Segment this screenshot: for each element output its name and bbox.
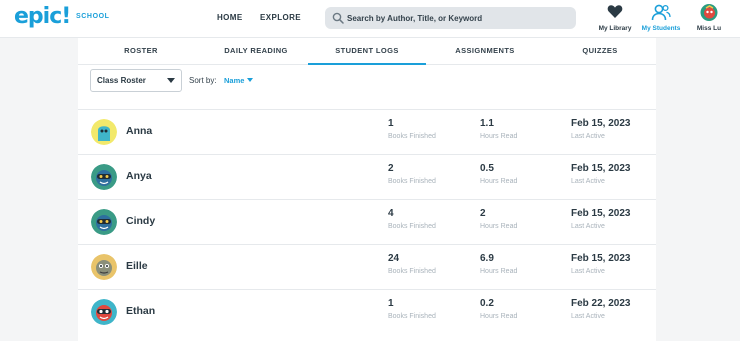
books-finished-value: 4	[388, 208, 394, 219]
tab-student-logs[interactable]: STUDENT LOGS	[308, 38, 426, 65]
student-logs-card: ROSTER DAILY READING STUDENT LOGS ASSIGN…	[78, 38, 656, 341]
tab-quizzes[interactable]: QUIZZES	[544, 38, 656, 65]
last-active-label: Last Active	[571, 313, 605, 320]
tab-assignments[interactable]: ASSIGNMENTS	[426, 38, 544, 65]
books-finished-value: 1	[388, 118, 394, 129]
hours-read-value: 6.9	[480, 253, 494, 264]
search-input[interactable]	[347, 7, 572, 29]
last-active-label: Last Active	[571, 133, 605, 140]
hours-read: 1.1 Hours Read	[480, 118, 517, 140]
nav-explore[interactable]: EXPLORE	[260, 13, 301, 22]
student-name: Eille	[126, 260, 148, 272]
hours-read-label: Hours Read	[480, 133, 518, 140]
student-avatar	[91, 299, 117, 325]
books-finished: 24 Books Finished	[388, 253, 436, 275]
student-name: Cindy	[126, 215, 156, 227]
last-active: Feb 15, 2023 Last Active	[571, 118, 630, 140]
hours-read-value: 1.1	[480, 118, 494, 129]
hours-read-label: Hours Read	[480, 268, 518, 275]
nav-home[interactable]: HOME	[217, 13, 243, 22]
hours-read-label: Hours Read	[480, 313, 518, 320]
student-avatar	[91, 119, 117, 145]
search-bar[interactable]	[325, 7, 576, 29]
last-active: Feb 22, 2023 Last Active	[571, 298, 630, 320]
hours-read-label: Hours Read	[480, 178, 518, 185]
profile-avatar	[700, 4, 718, 21]
my-library-label: My Library	[598, 25, 632, 32]
logo-subtitle: SCHOOL	[76, 13, 110, 20]
last-active-value: Feb 15, 2023	[571, 118, 631, 129]
student-avatar	[91, 254, 117, 280]
hours-read-value: 2	[480, 208, 486, 219]
class-roster-select-value: Class Roster	[97, 76, 146, 85]
chevron-down-icon	[167, 78, 175, 83]
my-students-button[interactable]: My Students	[636, 4, 686, 34]
last-active-label: Last Active	[571, 223, 605, 230]
hours-read: 0.5 Hours Read	[480, 163, 517, 185]
student-name: Ethan	[126, 305, 156, 317]
last-active-value: Feb 22, 2023	[571, 298, 631, 309]
last-active-value: Feb 15, 2023	[571, 163, 631, 174]
books-finished-value: 1	[388, 298, 394, 309]
my-library-button[interactable]: My Library	[590, 4, 640, 34]
caret-down-icon	[247, 78, 254, 82]
students-icon	[651, 4, 671, 21]
books-finished-label: Books Finished	[388, 313, 436, 320]
books-finished: 1 Books Finished	[388, 298, 436, 320]
profile-label: Miss Lu	[696, 25, 722, 32]
books-finished: 4 Books Finished	[388, 208, 436, 230]
books-finished-label: Books Finished	[388, 223, 436, 230]
tab-daily-reading[interactable]: DAILY READING	[204, 38, 308, 65]
my-students-label: My Students	[641, 25, 681, 32]
books-finished-value: 2	[388, 163, 394, 174]
profile-button[interactable]: Miss Lu	[684, 4, 734, 34]
controls-bar: Class Roster Sort by: Name	[78, 66, 656, 109]
hours-read: 2 Hours Read	[480, 208, 517, 230]
books-finished-label: Books Finished	[388, 133, 436, 140]
search-icon	[332, 12, 344, 24]
tab-bar: ROSTER DAILY READING STUDENT LOGS ASSIGN…	[78, 38, 656, 65]
last-active: Feb 15, 2023 Last Active	[571, 253, 630, 275]
top-bar: epic! SCHOOL HOME EXPLORE My Library My …	[0, 0, 740, 38]
heart-icon	[607, 5, 623, 18]
last-active-value: Feb 15, 2023	[571, 253, 631, 264]
last-active: Feb 15, 2023 Last Active	[571, 208, 630, 230]
sort-dropdown[interactable]: Name	[224, 76, 254, 85]
last-active-value: Feb 15, 2023	[571, 208, 631, 219]
student-name: Anya	[126, 170, 152, 182]
student-row[interactable]: Ethan 1 Books Finished 0.2 Hours Read Fe…	[78, 289, 656, 334]
books-finished: 1 Books Finished	[388, 118, 436, 140]
books-finished-label: Books Finished	[388, 178, 436, 185]
student-row[interactable]: Cindy 4 Books Finished 2 Hours Read Feb …	[78, 199, 656, 244]
hours-read: 6.9 Hours Read	[480, 253, 517, 275]
sort-value: Name	[224, 76, 245, 85]
last-active: Feb 15, 2023 Last Active	[571, 163, 630, 185]
books-finished-label: Books Finished	[388, 268, 436, 275]
epic-logo[interactable]: epic!	[14, 4, 71, 29]
hours-read-value: 0.5	[480, 163, 494, 174]
student-avatar	[91, 164, 117, 190]
student-avatar	[91, 209, 117, 235]
student-row[interactable]: Anna 1 Books Finished 1.1 Hours Read Feb…	[78, 109, 656, 154]
last-active-label: Last Active	[571, 268, 605, 275]
tab-roster[interactable]: ROSTER	[78, 38, 204, 65]
sort-label: Sort by:	[189, 76, 217, 85]
student-row[interactable]: Eille 24 Books Finished 6.9 Hours Read F…	[78, 244, 656, 289]
class-roster-select[interactable]: Class Roster	[90, 69, 182, 92]
hours-read-value: 0.2	[480, 298, 494, 309]
student-name: Anna	[126, 125, 153, 137]
last-active-label: Last Active	[571, 178, 605, 185]
books-finished-value: 24	[388, 253, 400, 264]
books-finished: 2 Books Finished	[388, 163, 436, 185]
hours-read-label: Hours Read	[480, 223, 518, 230]
student-row[interactable]: Anya 2 Books Finished 0.5 Hours Read Feb…	[78, 154, 656, 199]
hours-read: 0.2 Hours Read	[480, 298, 517, 320]
